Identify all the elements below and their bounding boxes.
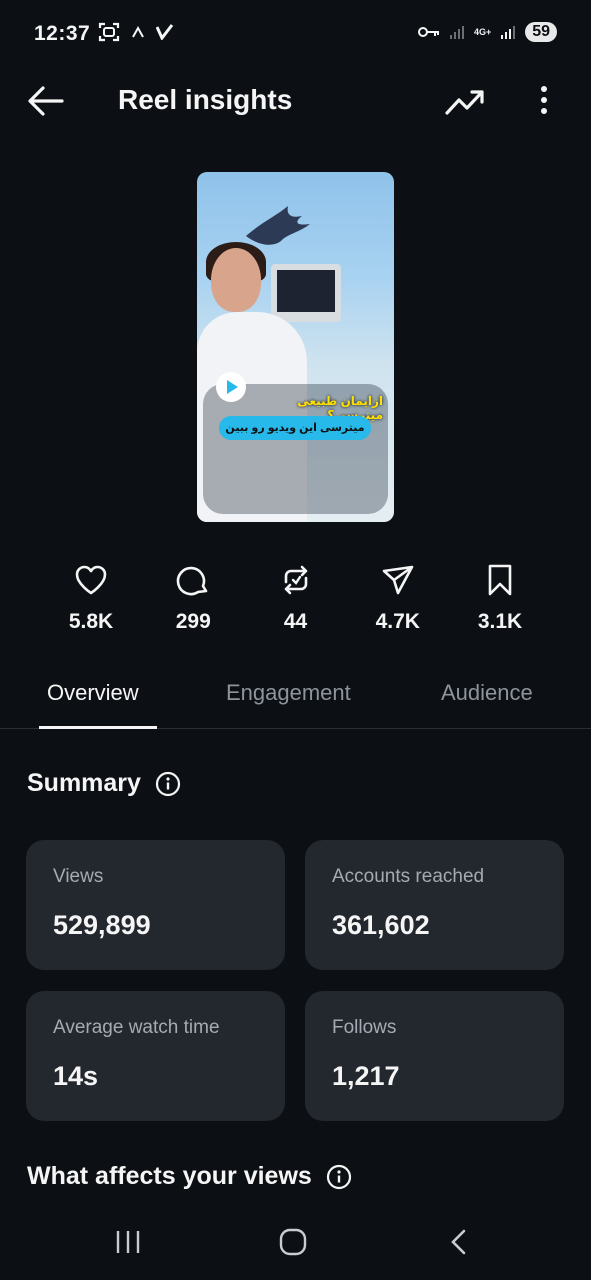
metric-value: 14s — [53, 1061, 99, 1091]
system-navigation-bar — [0, 1210, 591, 1280]
metric-label: Average watch time — [53, 1017, 220, 1038]
doctor-face — [211, 248, 261, 312]
signal-strong-icon — [501, 26, 516, 39]
home-icon[interactable] — [278, 1227, 308, 1257]
share-icon — [382, 565, 414, 595]
heart-icon — [75, 565, 107, 595]
metric-value: 1,217 — [332, 1061, 400, 1091]
status-bar: 12:37 4G+ 59 — [0, 0, 591, 68]
play-icon — [216, 372, 246, 402]
reel-thumbnail[interactable]: ازایمان طبیعی میترسی؟ میترسی این ویدیو ر… — [197, 172, 394, 522]
metric-label: Follows — [332, 1017, 397, 1038]
stat-shares: 4.7K — [347, 562, 449, 634]
views-factors-heading: What affects your views — [27, 1162, 352, 1191]
status-right-icons: 4G+ 59 — [417, 22, 557, 42]
back-arrow-icon[interactable] — [26, 84, 66, 118]
caret-up-icon — [132, 25, 144, 38]
metric-value: 361,602 — [332, 910, 430, 940]
stat-saves: 3.1K — [449, 562, 551, 634]
stat-value: 4.7K — [375, 610, 420, 633]
network-type-label: 4G+ — [473, 26, 492, 37]
signal-weak-icon — [449, 26, 464, 39]
more-options-icon[interactable] — [532, 82, 556, 118]
tab-engagement[interactable]: Engagement — [226, 680, 351, 706]
vpn-key-icon — [417, 27, 439, 37]
stat-value: 299 — [175, 610, 211, 633]
stat-likes: 5.8K — [40, 562, 142, 634]
metric-card-views[interactable]: Views 529,899 — [26, 840, 285, 970]
tab-audience[interactable]: Audience — [441, 680, 533, 706]
metric-card-average-watch-time[interactable]: Average watch time 14s — [26, 991, 285, 1121]
screenshot-icon — [98, 22, 120, 42]
engagement-stats-row: 5.8K 299 44 4.7K 3.1K — [40, 562, 551, 634]
comment-icon — [176, 566, 208, 596]
header: Reel insights — [0, 68, 591, 134]
summary-title: Summary — [27, 769, 141, 797]
reel-insights-screen: 12:37 4G+ 59 Reel insights ازایمان طبیعی… — [0, 0, 591, 1280]
app-v-icon — [156, 24, 174, 40]
reel-caption-line2: میترسی این ویدیو رو ببین — [219, 416, 371, 440]
views-factors-title: What affects your views — [27, 1162, 312, 1190]
info-icon[interactable] — [326, 1164, 352, 1190]
info-icon[interactable] — [155, 771, 181, 797]
metric-label: Views — [53, 866, 104, 887]
stat-reposts: 44 — [245, 562, 347, 634]
metric-card-follows[interactable]: Follows 1,217 — [305, 991, 564, 1121]
metric-value: 529,899 — [53, 910, 151, 940]
metric-card-accounts-reached[interactable]: Accounts reached 361,602 — [305, 840, 564, 970]
recent-apps-icon[interactable] — [114, 1228, 142, 1256]
repost-icon — [284, 565, 307, 595]
system-back-icon[interactable] — [448, 1228, 470, 1256]
status-left-icons — [98, 22, 174, 42]
tab-overview[interactable]: Overview — [47, 680, 139, 706]
bird-decal — [246, 206, 310, 245]
active-tab-indicator — [39, 726, 157, 729]
status-time: 12:37 — [34, 22, 91, 45]
stat-value: 3.1K — [477, 610, 523, 633]
stat-value: 44 — [283, 610, 308, 633]
metric-label: Accounts reached — [332, 866, 485, 887]
page-title: Reel insights — [118, 84, 293, 115]
bookmark-icon — [488, 564, 512, 596]
stat-value: 5.8K — [68, 610, 114, 633]
ultrasound-monitor — [271, 264, 341, 322]
trending-up-icon[interactable] — [444, 84, 486, 118]
battery-indicator: 59 — [525, 22, 557, 42]
stat-comments: 299 — [142, 562, 244, 634]
summary-heading: Summary — [27, 769, 181, 798]
insights-tabs: Overview Engagement Audience — [0, 666, 591, 729]
